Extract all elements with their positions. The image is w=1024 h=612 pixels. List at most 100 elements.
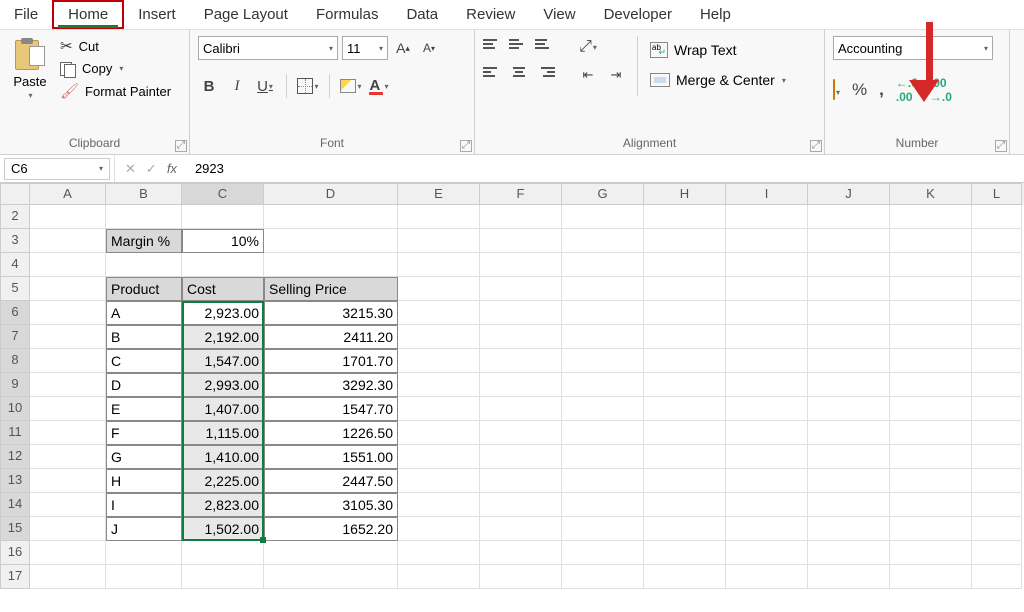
align-top-button[interactable] xyxy=(483,36,503,52)
cell[interactable] xyxy=(972,253,1022,277)
cell[interactable]: 1547.70 xyxy=(264,397,398,421)
cell[interactable] xyxy=(726,301,808,325)
cell[interactable] xyxy=(398,277,480,301)
cell[interactable] xyxy=(182,205,264,229)
cell[interactable] xyxy=(972,469,1022,493)
formula-input[interactable]: 2923 xyxy=(187,161,1024,176)
cell[interactable] xyxy=(182,565,264,589)
orientation-button[interactable]: ⤢▾ xyxy=(577,36,599,58)
comma-style-button[interactable]: , xyxy=(879,80,884,100)
align-bottom-button[interactable] xyxy=(535,36,555,52)
borders-button[interactable]: ▾ xyxy=(297,75,319,97)
cell[interactable] xyxy=(808,445,890,469)
cell[interactable] xyxy=(562,397,644,421)
cell[interactable] xyxy=(890,229,972,253)
cell[interactable] xyxy=(644,421,726,445)
tab-formulas[interactable]: Formulas xyxy=(302,2,393,27)
cell[interactable]: Margin % xyxy=(106,229,182,253)
cell[interactable] xyxy=(30,469,106,493)
col-header-J[interactable]: J xyxy=(808,183,890,205)
row-header-9[interactable]: 9 xyxy=(0,373,30,397)
cell[interactable] xyxy=(726,349,808,373)
col-header-E[interactable]: E xyxy=(398,183,480,205)
cell[interactable] xyxy=(562,493,644,517)
cell[interactable] xyxy=(398,541,480,565)
col-header-F[interactable]: F xyxy=(480,183,562,205)
cell[interactable] xyxy=(480,373,562,397)
decrease-font-button[interactable]: A▾ xyxy=(418,37,440,59)
cell[interactable] xyxy=(644,301,726,325)
cell[interactable] xyxy=(972,493,1022,517)
increase-font-button[interactable]: A▴ xyxy=(392,37,414,59)
cell[interactable] xyxy=(808,205,890,229)
cell[interactable] xyxy=(972,445,1022,469)
cell[interactable] xyxy=(808,301,890,325)
cell[interactable]: 2,823.00 xyxy=(182,493,264,517)
cell[interactable] xyxy=(644,517,726,541)
row-header-2[interactable]: 2 xyxy=(0,205,30,229)
cell[interactable]: 1,410.00 xyxy=(182,445,264,469)
tab-home[interactable]: Home xyxy=(52,0,124,29)
row-header-7[interactable]: 7 xyxy=(0,325,30,349)
cell[interactable] xyxy=(890,373,972,397)
cell[interactable] xyxy=(890,253,972,277)
cell[interactable] xyxy=(30,421,106,445)
cell[interactable] xyxy=(480,541,562,565)
row-header-16[interactable]: 16 xyxy=(0,541,30,565)
cell[interactable] xyxy=(808,397,890,421)
tab-file[interactable]: File xyxy=(0,2,52,27)
cancel-icon[interactable]: ✕ xyxy=(125,161,136,177)
cell[interactable]: 2,225.00 xyxy=(182,469,264,493)
cell[interactable] xyxy=(644,277,726,301)
cell[interactable] xyxy=(644,565,726,589)
cell[interactable]: I xyxy=(106,493,182,517)
cell[interactable] xyxy=(972,565,1022,589)
cell[interactable] xyxy=(480,229,562,253)
cell[interactable]: Selling Price xyxy=(264,277,398,301)
cell[interactable] xyxy=(562,253,644,277)
cell[interactable] xyxy=(480,421,562,445)
cell[interactable] xyxy=(562,373,644,397)
cell[interactable] xyxy=(890,517,972,541)
align-right-button[interactable] xyxy=(535,64,555,80)
merge-center-button[interactable]: Merge & Center ▾ xyxy=(648,70,788,90)
cell[interactable]: 1,115.00 xyxy=(182,421,264,445)
cell[interactable]: 3215.30 xyxy=(264,301,398,325)
cell[interactable] xyxy=(890,397,972,421)
col-header-L[interactable]: L xyxy=(972,183,1022,205)
cell[interactable] xyxy=(398,493,480,517)
spreadsheet-grid[interactable]: A B C D E F G H I J K L 23Margin %10%45P… xyxy=(0,183,1024,589)
percent-style-button[interactable]: % xyxy=(852,80,867,100)
cell[interactable] xyxy=(106,541,182,565)
cell[interactable] xyxy=(480,469,562,493)
cell[interactable] xyxy=(972,325,1022,349)
cell[interactable]: E xyxy=(106,397,182,421)
cell[interactable] xyxy=(726,565,808,589)
cell[interactable] xyxy=(972,397,1022,421)
cell[interactable] xyxy=(182,541,264,565)
cell[interactable] xyxy=(562,349,644,373)
cell[interactable] xyxy=(890,325,972,349)
cell[interactable] xyxy=(808,493,890,517)
tab-page-layout[interactable]: Page Layout xyxy=(190,2,302,27)
cell[interactable] xyxy=(808,469,890,493)
cell[interactable] xyxy=(398,349,480,373)
decrease-decimal-button[interactable]: .00→.0 xyxy=(930,76,952,104)
font-name-select[interactable]: Calibri ▾ xyxy=(198,36,338,60)
fill-color-button[interactable]: ▾ xyxy=(340,75,362,97)
row-header-11[interactable]: 11 xyxy=(0,421,30,445)
cell[interactable]: 2,993.00 xyxy=(182,373,264,397)
cell[interactable] xyxy=(480,325,562,349)
bold-button[interactable]: B xyxy=(198,75,220,97)
cell[interactable] xyxy=(644,541,726,565)
cell[interactable]: C xyxy=(106,349,182,373)
cell[interactable] xyxy=(264,253,398,277)
col-header-H[interactable]: H xyxy=(644,183,726,205)
cell[interactable]: 1701.70 xyxy=(264,349,398,373)
cell[interactable] xyxy=(264,565,398,589)
name-box[interactable]: C6 ▾ xyxy=(4,158,110,180)
cell[interactable] xyxy=(264,229,398,253)
cell[interactable] xyxy=(972,373,1022,397)
decrease-indent-button[interactable]: ⇤ xyxy=(577,64,599,86)
copy-button[interactable]: Copy ▾ xyxy=(58,60,173,77)
